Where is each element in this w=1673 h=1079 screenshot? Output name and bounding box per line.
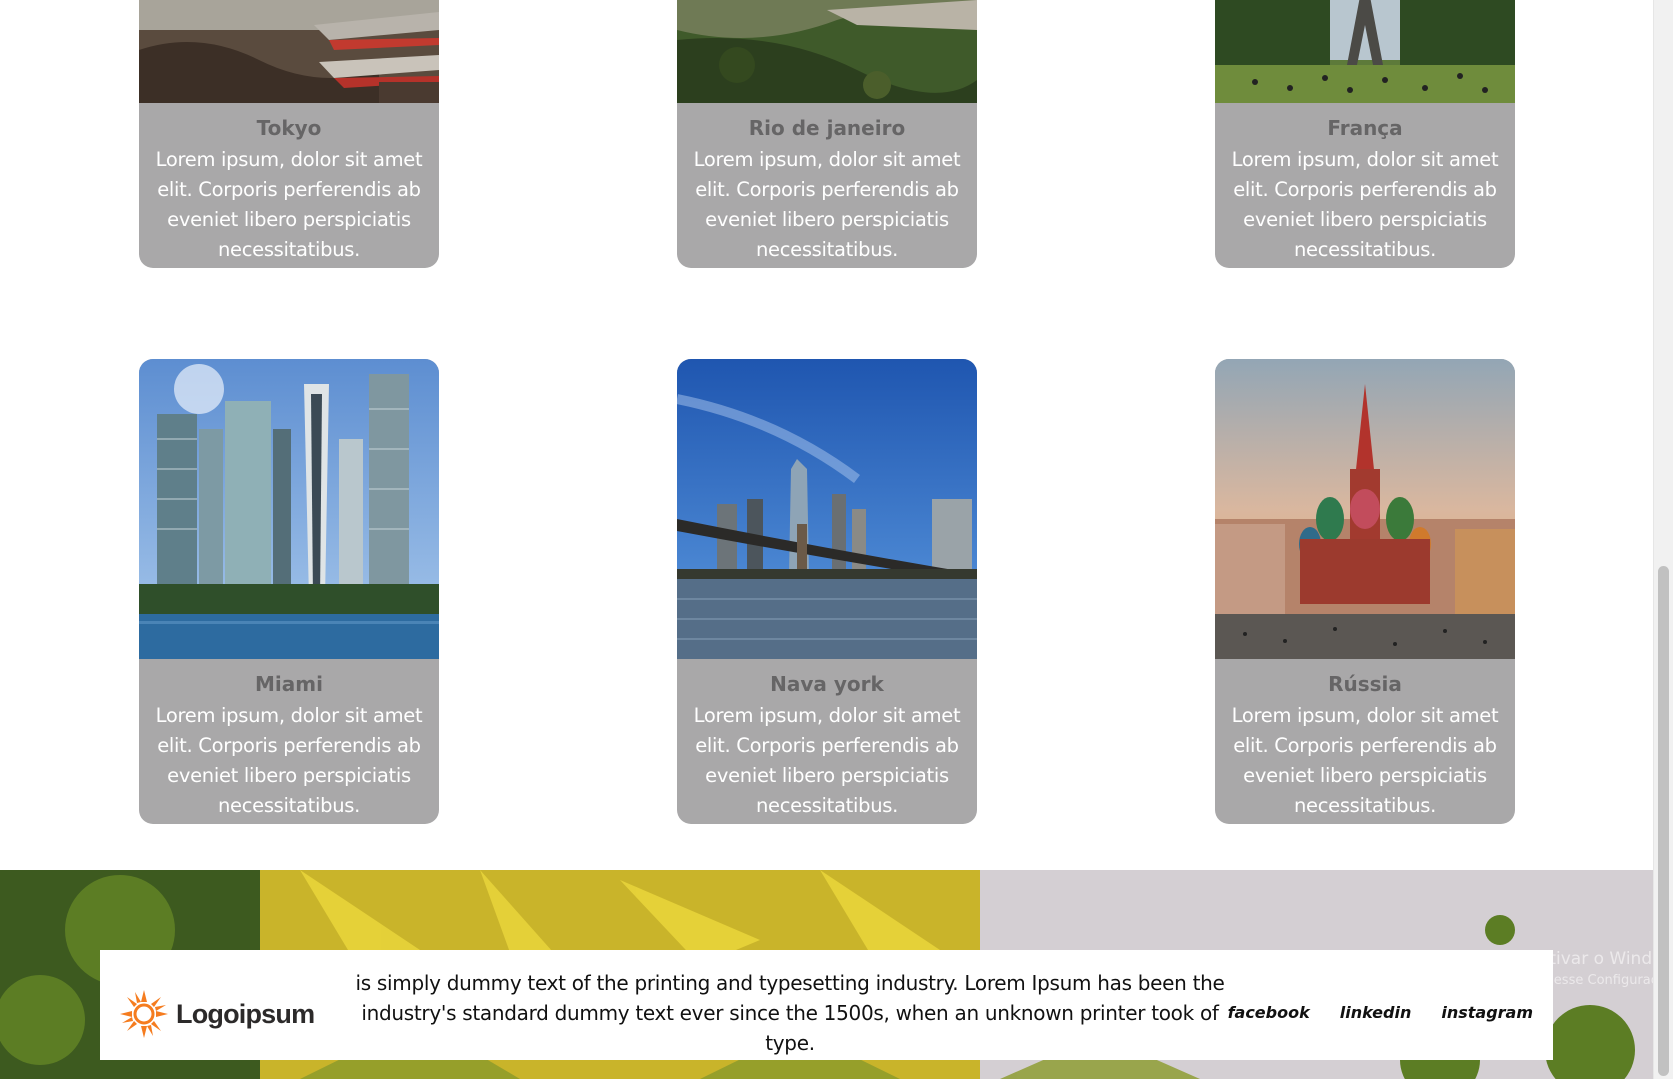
tokyo-photo (139, 0, 439, 103)
page: Tokyo Lorem ipsum, dolor sit amet elit. … (0, 0, 1673, 1079)
city-card-rio[interactable]: Rio de janeiro Lorem ipsum, dolor sit am… (677, 0, 977, 268)
franca-photo (1215, 0, 1515, 103)
card-title: França (1327, 116, 1403, 140)
city-card-tokyo[interactable]: Tokyo Lorem ipsum, dolor sit amet elit. … (139, 0, 439, 268)
card-title: Tokyo (256, 116, 322, 140)
city-card-russia[interactable]: Rússia Lorem ipsum, dolor sit amet elit.… (1215, 359, 1515, 824)
russia-photo (1215, 359, 1515, 659)
card-description: Lorem ipsum, dolor sit amet elit. Corpor… (1231, 704, 1499, 817)
card-description: Lorem ipsum, dolor sit amet elit. Corpor… (1231, 148, 1499, 261)
card-title: Rio de janeiro (748, 116, 906, 140)
city-card-nova-york[interactable]: Nava york Lorem ipsum, dolor sit amet el… (677, 359, 977, 824)
logo[interactable]: Logoipsum (120, 990, 315, 1038)
footer: Logoipsum is simply dummy text of the pr… (100, 950, 1553, 1060)
linkedin-link[interactable]: linkedin (1340, 1003, 1412, 1022)
vertical-scrollbar[interactable] (1653, 0, 1673, 1079)
city-card-franca[interactable]: França Lorem ipsum, dolor sit amet elit.… (1215, 0, 1515, 268)
card-title: Miami (255, 672, 323, 696)
card-description: Lorem ipsum, dolor sit amet elit. Corpor… (693, 704, 961, 817)
card-description: Lorem ipsum, dolor sit amet elit. Corpor… (155, 704, 423, 817)
nova-york-photo (677, 359, 977, 659)
social-links: facebook linkedin instagram (1228, 1003, 1533, 1022)
sun-logo-icon (120, 990, 168, 1038)
instagram-link[interactable]: instagram (1441, 1003, 1533, 1022)
card-description: Lorem ipsum, dolor sit amet elit. Corpor… (155, 148, 423, 261)
miami-photo (139, 359, 439, 659)
logo-text: Logoipsum (176, 998, 315, 1029)
card-title: Rússia (1328, 672, 1402, 696)
rio-photo (677, 0, 977, 103)
city-card-miami[interactable]: Miami Lorem ipsum, dolor sit amet elit. … (139, 359, 439, 824)
scrollbar-thumb[interactable] (1658, 566, 1669, 1076)
card-title: Nava york (770, 672, 884, 696)
facebook-link[interactable]: facebook (1228, 1003, 1310, 1022)
footer-description: is simply dummy text of the printing and… (355, 971, 1225, 1055)
card-description: Lorem ipsum, dolor sit amet elit. Corpor… (693, 148, 961, 261)
